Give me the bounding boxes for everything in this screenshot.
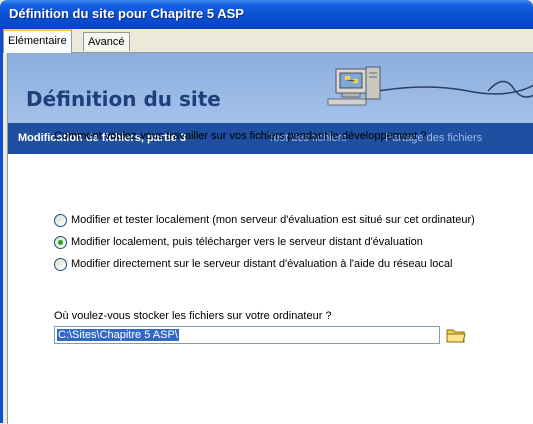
window-title: Définition du site pour Chapitre 5 ASP [9,6,244,21]
tab-elementaire[interactable]: Elémentaire [3,29,72,53]
banner-heading: Définition du site [26,87,221,111]
wizard-banner: Définition du site [8,53,533,123]
tab-strip: Elémentaire Avancé [3,29,533,53]
window-frame-left [0,29,3,423]
local-folder-value: C:\Sites\Chapitre 5 ASP\ [57,329,179,341]
tab-avance[interactable]: Avancé [83,32,130,51]
radio-button[interactable] [54,214,67,227]
folder-icon[interactable] [446,326,466,344]
option-label: Modifier directement sur le serveur dist… [71,258,453,270]
work-question: Comment voulez-vous travailler sur vos f… [54,130,427,142]
storage-question: Où voulez-vous stocker les fichiers sur … [54,310,332,322]
option-label: Modifier localement, puis télécharger ve… [71,236,423,248]
radio-button-checked[interactable] [54,236,67,249]
window-titlebar[interactable]: Définition du site pour Chapitre 5 ASP [0,0,533,29]
local-folder-input[interactable]: C:\Sites\Chapitre 5 ASP\ [54,326,440,344]
option-label: Modifier et tester localement (mon serve… [71,214,475,226]
radio-button[interactable] [54,258,67,271]
computer-network-icon [327,66,533,106]
